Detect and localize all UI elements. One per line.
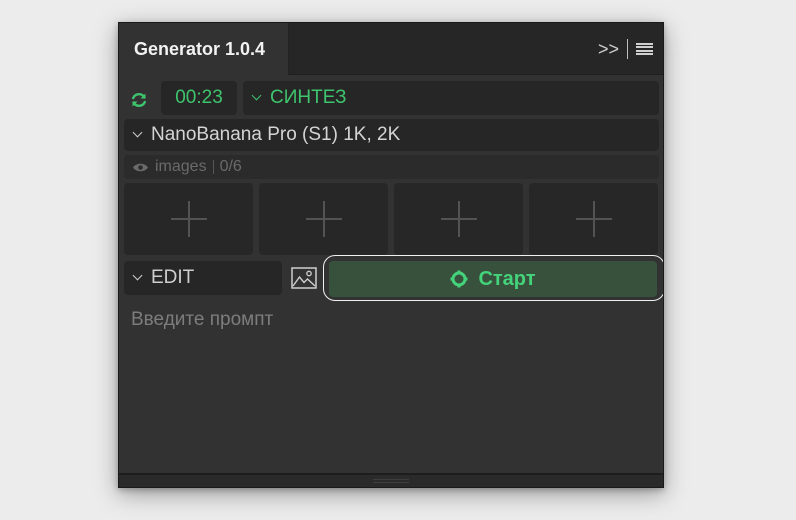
mode-dropdown[interactable]: СИНТЕЗ [243, 81, 659, 115]
timer-display: 00:23 [161, 81, 237, 115]
eye-icon[interactable] [132, 162, 149, 173]
plus-icon [575, 201, 612, 237]
panel-tab-title[interactable]: Generator 1.0.4 [119, 23, 289, 75]
plus-icon [170, 201, 207, 237]
images-bar[interactable]: images 0/6 [124, 155, 659, 179]
menu-icon[interactable] [636, 42, 653, 56]
start-label: Старт [478, 267, 536, 290]
model-dropdown[interactable]: NanoBanana Pro (S1) 1K, 2K [124, 119, 659, 151]
chevron-down-icon [132, 127, 143, 138]
mode-value: СИНТЕЗ [270, 87, 347, 108]
resize-grip-icon[interactable] [373, 479, 409, 483]
edit-mode-dropdown[interactable]: EDIT [124, 261, 282, 295]
expand-icon[interactable]: >> [598, 39, 619, 60]
image-slot-3[interactable] [394, 183, 523, 255]
refresh-icon[interactable] [129, 90, 149, 110]
generator-panel: Generator 1.0.4 >> 00:23 СИНТЕЗ NanoBana… [118, 22, 664, 488]
images-divider [212, 160, 214, 174]
prompt-input[interactable] [131, 309, 656, 469]
images-count: 0/6 [219, 158, 242, 175]
header-divider [627, 39, 628, 59]
image-slot-1[interactable] [124, 183, 253, 255]
gear-icon [450, 270, 468, 288]
images-label: images [155, 158, 207, 175]
chevron-down-icon [251, 90, 262, 101]
panel-header: Generator 1.0.4 >> [119, 23, 663, 75]
header-icons: >> [598, 23, 653, 75]
image-slot-4[interactable] [529, 183, 658, 255]
timer-value: 00:23 [175, 87, 223, 108]
chevron-down-icon [132, 270, 143, 281]
image-slot-2[interactable] [259, 183, 388, 255]
image-icon[interactable] [291, 267, 317, 289]
model-value: NanoBanana Pro (S1) 1K, 2K [151, 124, 401, 145]
edit-mode-value: EDIT [151, 267, 195, 288]
resize-footer[interactable] [119, 473, 663, 487]
start-button[interactable]: Старт [329, 261, 657, 297]
plus-icon [305, 201, 342, 237]
plus-icon [440, 201, 477, 237]
